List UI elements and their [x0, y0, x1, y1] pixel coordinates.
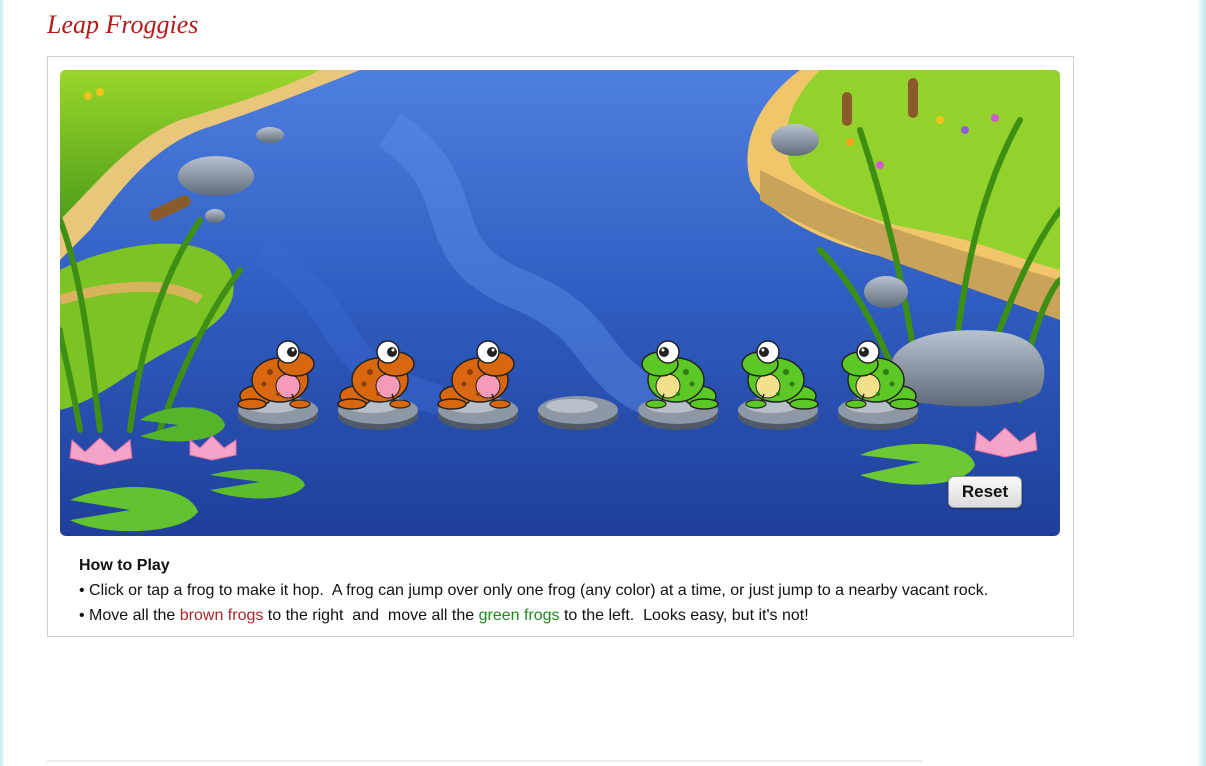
stepping-stone-7[interactable] [838, 340, 919, 430]
game-frame: Reset How to Play • Click or tap a frog … [47, 56, 1074, 637]
instruction-line-2-text-a: • Move all the [79, 607, 180, 624]
instruction-line-2-text-b: to the right and move all the [263, 607, 479, 624]
brown-frog[interactable] [337, 340, 415, 410]
brown-frogs-label: brown frogs [179, 607, 264, 624]
reset-button[interactable]: Reset [948, 476, 1022, 508]
how-to-play-heading: How to Play [79, 557, 170, 574]
stepping-stone-2[interactable] [337, 340, 418, 430]
green-frog[interactable] [641, 340, 719, 410]
stepping-stone-4[interactable] [538, 396, 618, 430]
stepping-stones-row [237, 340, 919, 430]
instruction-line-2: • Move all the brown frogs to the right … [79, 603, 1039, 628]
brown-frog[interactable] [437, 340, 515, 410]
stepping-stone-1[interactable] [237, 340, 318, 430]
green-frog[interactable] [841, 340, 919, 410]
how-to-play-section: How to Play • Click or tap a frog to mak… [79, 553, 1039, 628]
green-frogs-label: green frogs [478, 607, 560, 624]
instruction-line-2-text-c: to the left. Looks easy, but it's not! [559, 607, 809, 624]
stepping-stone-5[interactable] [638, 340, 719, 430]
stepping-stone-6[interactable] [738, 340, 819, 430]
page: Leap Froggies Reset How to Play • Click … [4, 0, 1198, 766]
brown-frog[interactable] [237, 340, 315, 410]
page-title: Leap Froggies [47, 10, 199, 39]
pond-scene: Reset [60, 70, 1060, 536]
stepping-stone-3[interactable] [437, 340, 518, 430]
footer-divider [47, 760, 923, 762]
instruction-line-1: • Click or tap a frog to make it hop. A … [79, 582, 989, 599]
green-frog[interactable] [741, 340, 819, 410]
